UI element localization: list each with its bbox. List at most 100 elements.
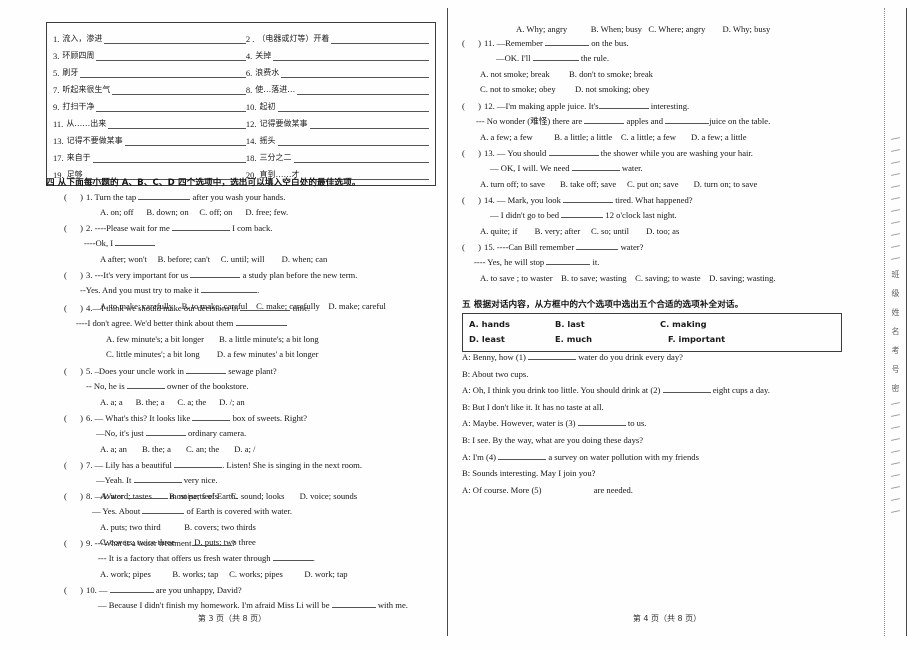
vocab-answer-blank[interactable] (92, 153, 246, 163)
fill-blank[interactable] (109, 584, 154, 593)
fill-blank[interactable] (171, 222, 230, 231)
fill-blank[interactable] (186, 365, 227, 374)
option-a[interactable]: A. few minute's; a bit longer (106, 332, 204, 347)
vocab-answer-blank[interactable] (331, 34, 429, 44)
option-c[interactable]: C. not to smoke; obey (480, 82, 556, 97)
option-b[interactable]: B. before; can't (158, 252, 210, 267)
vocab-answer-blank[interactable] (96, 102, 246, 112)
answer-bracket[interactable]: ( ) (64, 270, 86, 280)
option-b[interactable]: B. the; a (142, 442, 171, 457)
option-d[interactable]: D. a few; a little (691, 130, 747, 145)
option-a[interactable]: A. puts; two third (100, 520, 161, 535)
vocab-answer-blank[interactable] (277, 136, 429, 146)
vocab-answer-blank[interactable] (273, 51, 429, 61)
fill-blank[interactable] (576, 241, 619, 250)
vocab-answer-blank[interactable] (104, 34, 246, 44)
option-a[interactable]: A. quite; if (480, 224, 517, 239)
fill-blank[interactable] (532, 52, 579, 62)
option-b[interactable]: B. down; on (146, 205, 188, 220)
choice-c[interactable]: C. making (660, 317, 780, 332)
fill-blank[interactable] (191, 537, 232, 546)
answer-bracket[interactable]: ( ) (64, 192, 86, 202)
option-d[interactable]: D. not smoking; obey (575, 82, 649, 97)
fill-blank[interactable] (571, 162, 620, 172)
answer-bracket[interactable]: ( ) (64, 223, 86, 233)
vocab-answer-blank[interactable] (309, 119, 429, 129)
fill-blank[interactable] (598, 100, 649, 109)
answer-bracket[interactable]: ( ) (64, 303, 86, 313)
answer-bracket[interactable]: ( ) (64, 366, 86, 376)
option-b[interactable]: B. the; a (136, 395, 165, 410)
option-c[interactable]: C. a; the (177, 395, 206, 410)
vocab-answer-blank[interactable] (124, 136, 246, 146)
answer-bracket[interactable]: ( ) (462, 148, 484, 158)
option-c[interactable]: C. a little; a few (621, 130, 676, 145)
choice-a[interactable]: A. hands (469, 317, 555, 332)
vocab-answer-blank[interactable] (96, 51, 246, 61)
fill-blank[interactable] (662, 384, 711, 394)
option-b[interactable]: B. to save; wasting (561, 271, 626, 286)
option-d[interactable]: D. /; an (219, 395, 245, 410)
fill-blank[interactable] (498, 451, 547, 460)
fill-blank[interactable] (331, 599, 376, 609)
answer-bracket[interactable]: ( ) (64, 538, 86, 548)
option-d[interactable]: D. a few minutes' a bit longer (217, 347, 319, 362)
option-b[interactable]: B. take off; save (560, 177, 616, 192)
fill-blank[interactable] (548, 147, 599, 156)
option-b[interactable]: B. a little; a little (554, 130, 612, 145)
fill-blank[interactable] (115, 237, 156, 247)
fill-blank[interactable] (138, 191, 191, 200)
answer-bracket[interactable]: ( ) (64, 460, 86, 470)
fill-blank[interactable] (545, 37, 590, 46)
fill-blank[interactable] (561, 209, 604, 219)
vocab-answer-blank[interactable] (293, 153, 429, 163)
vocab-answer-blank[interactable] (80, 68, 246, 78)
option-c[interactable]: C. an; the (186, 442, 219, 457)
fill-blank[interactable] (544, 485, 592, 493)
option-c[interactable]: C. until; will (221, 252, 265, 267)
vocab-answer-blank[interactable] (108, 119, 246, 129)
fill-blank[interactable] (235, 317, 286, 327)
option-d[interactable]: D. too; as (646, 224, 679, 239)
fill-blank[interactable] (563, 194, 614, 203)
answer-bracket[interactable]: ( ) (64, 491, 86, 501)
answer-bracket[interactable]: ( ) (462, 242, 484, 252)
option-c[interactable]: C. little minutes'; a bit long (106, 347, 200, 362)
option-c[interactable]: C. saving; to waste (635, 271, 700, 286)
option-b[interactable]: B. covers; two thirds (184, 520, 256, 535)
fill-blank[interactable] (584, 115, 625, 125)
option-a[interactable]: A. on; off (100, 205, 134, 220)
option-b[interactable]: B. very; after (535, 224, 581, 239)
option-d[interactable]: D. free; few. (245, 205, 288, 220)
fill-blank[interactable] (272, 552, 313, 562)
fill-blank[interactable] (528, 351, 577, 360)
option-a[interactable]: A after; won't (100, 252, 147, 267)
option-d[interactable]: D. turn on; to save (694, 177, 758, 192)
answer-bracket[interactable]: ( ) (64, 585, 86, 595)
fill-blank[interactable] (577, 417, 626, 427)
option-b[interactable]: B. don't to smoke; break (569, 67, 653, 82)
fill-blank[interactable] (174, 459, 223, 468)
fill-blank[interactable] (665, 115, 710, 125)
option-b[interactable]: B. works; tap (172, 567, 218, 582)
fill-blank[interactable] (201, 284, 258, 294)
fill-blank[interactable] (145, 427, 186, 437)
option-c[interactable]: C. put on; save (627, 177, 679, 192)
option-a[interactable]: A. a; an (100, 442, 127, 457)
fill-blank[interactable] (126, 380, 165, 390)
option-a[interactable]: A. to save ; to waster (480, 271, 553, 286)
option-d[interactable]: D. work; tap (304, 567, 347, 582)
option-a[interactable]: A. a few; a few (480, 130, 533, 145)
option-d[interactable]: D. when; can (282, 252, 328, 267)
vocab-answer-blank[interactable] (297, 85, 429, 95)
vocab-answer-blank[interactable] (281, 68, 429, 78)
choice-d[interactable]: D. least (469, 332, 555, 347)
option-a[interactable]: A. work; pipes (100, 567, 151, 582)
fill-blank[interactable] (133, 474, 182, 484)
option-d[interactable]: D. a; / (234, 442, 255, 457)
answer-bracket[interactable]: ( ) (64, 413, 86, 423)
choice-b[interactable]: B. last (555, 317, 660, 332)
option-a[interactable]: A. a; a (100, 395, 123, 410)
answer-bracket[interactable]: ( ) (462, 38, 484, 48)
option-a[interactable]: A. not smoke; break (480, 67, 550, 82)
